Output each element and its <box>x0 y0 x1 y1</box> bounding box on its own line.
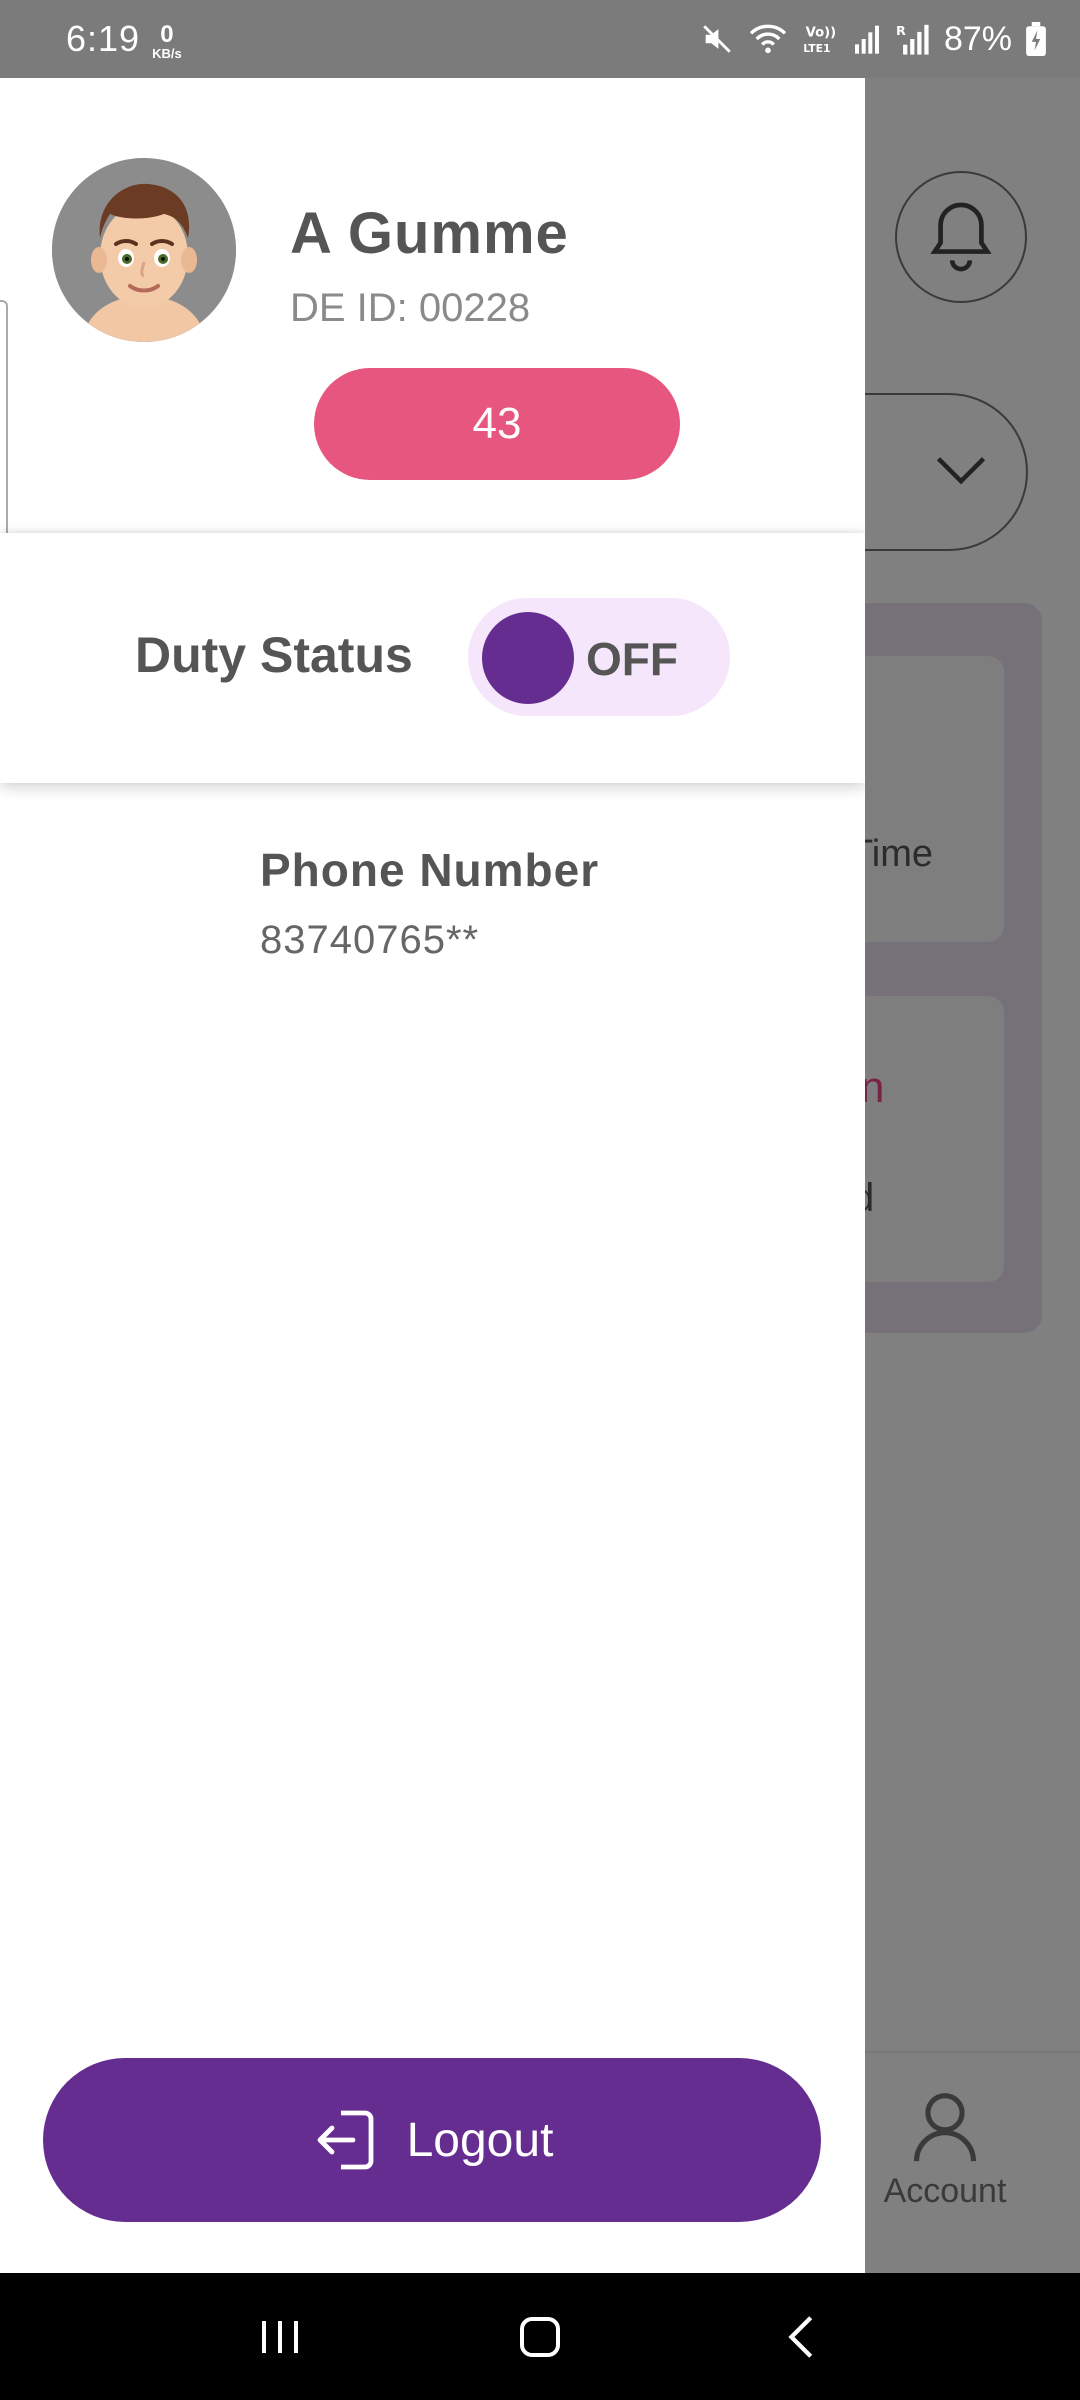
account-icon <box>913 2093 977 2162</box>
battery-percent: 87% <box>943 19 1012 58</box>
phone-number-label: Phone Number <box>260 844 600 896</box>
net-speed: 0 KB/s <box>152 20 182 61</box>
duty-status-toggle-text: OFF <box>586 633 678 685</box>
signal-icon <box>852 23 882 55</box>
phone-number-value: 83740765** <box>260 918 480 962</box>
svg-text:LTE1: LTE1 <box>803 42 830 55</box>
de-id: DE ID: 00228 <box>290 286 531 330</box>
avatar <box>52 158 236 342</box>
system-nav-bar <box>0 2273 1080 2400</box>
screen: 6:19 0 KB/s Vo)) LTE1 R 87% Time n Accou… <box>0 0 1080 2400</box>
volte-icon: Vo)) LTE1 <box>802 22 838 56</box>
home-icon <box>520 2316 560 2357</box>
logout-icon <box>317 2110 373 2170</box>
back-icon <box>788 2315 813 2358</box>
chevron-down-icon <box>936 457 986 485</box>
recent-apps-button[interactable] <box>240 2297 320 2377</box>
battery-charging-icon <box>1026 22 1046 56</box>
bell-icon <box>930 202 992 272</box>
wifi-icon <box>748 22 788 56</box>
toggle-knob <box>482 612 574 704</box>
home-button[interactable] <box>500 2297 580 2377</box>
status-left: 6:19 0 KB/s <box>66 18 182 60</box>
duty-status-card: Duty Status OFF <box>0 533 865 783</box>
back-button[interactable] <box>760 2297 840 2377</box>
account-tab-label: Account <box>883 2172 1007 2210</box>
net-speed-value: 0 <box>160 20 174 48</box>
account-tab[interactable]: Account <box>870 2090 1020 2211</box>
duty-status-toggle[interactable]: OFF <box>468 598 730 716</box>
status-time: 6:19 <box>66 18 141 59</box>
logout-button[interactable]: Logout <box>43 2058 821 2222</box>
mute-icon <box>700 22 734 56</box>
duty-status-label: Duty Status <box>135 627 413 683</box>
svg-text:R: R <box>896 24 906 39</box>
svg-text:Vo)): Vo)) <box>806 26 837 41</box>
notification-bell-button[interactable] <box>895 171 1027 303</box>
navigation-drawer: A Gumme DE ID: 00228 43 Duty Status OFF … <box>0 78 865 2273</box>
count-badge: 43 <box>314 368 680 480</box>
roaming-signal-icon: R <box>896 22 930 56</box>
status-right: Vo)) LTE1 R 87% <box>700 20 1046 59</box>
logout-label: Logout <box>406 2113 554 2167</box>
recent-apps-icon <box>262 2320 298 2353</box>
user-name: A Gumme <box>290 201 569 266</box>
net-speed-unit: KB/s <box>152 45 182 61</box>
status-bar: 6:19 0 KB/s Vo)) LTE1 R 87% <box>0 0 1080 78</box>
